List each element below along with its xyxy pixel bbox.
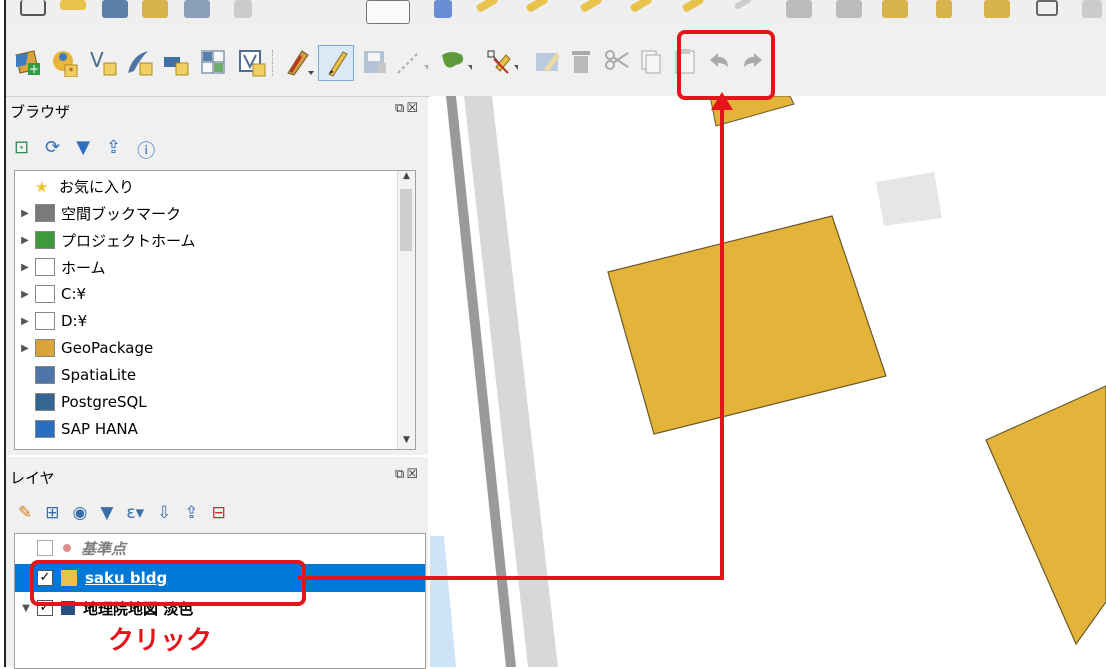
annotation-arrow — [298, 92, 733, 580]
click-annotation: クリック — [108, 626, 213, 656]
